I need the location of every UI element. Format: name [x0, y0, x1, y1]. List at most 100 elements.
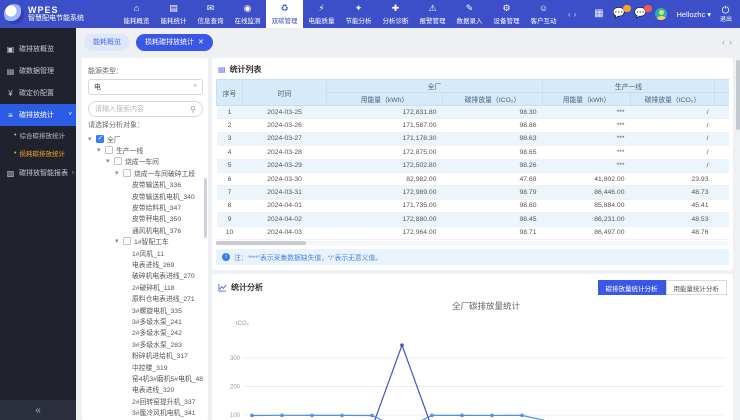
tree-caret-icon[interactable]: ▾: [88, 135, 96, 143]
nav-item-label: 报警管理: [420, 15, 446, 25]
tree-caret-icon[interactable]: ▾: [115, 237, 123, 245]
notification-icon[interactable]: 💬: [634, 9, 646, 19]
tree-node-20[interactable]: 中控楼_319: [88, 361, 203, 372]
tree-node-13[interactable]: 2#破碎机_118: [88, 281, 203, 292]
data-point-series-lightblue[interactable]: [490, 414, 494, 418]
data-point-series-lightblue[interactable]: [460, 414, 464, 418]
sidebar-item-2[interactable]: ¥碳定价配置: [0, 82, 76, 104]
vscroll-thumb[interactable]: [736, 60, 740, 130]
tree-node-19[interactable]: 粉碎机进给机_317: [88, 349, 203, 360]
tree-node-23[interactable]: 2#回转窑提升机_337: [88, 395, 203, 406]
sidebar-item-1[interactable]: ▤碳数据管理: [0, 60, 76, 82]
tree-caret-icon[interactable]: ▾: [115, 169, 123, 177]
sidebar-subitem-3-0[interactable]: •综合碳排放统计: [0, 126, 76, 144]
table-hscrollbar[interactable]: [216, 241, 729, 245]
nav-item-5[interactable]: ⚡电能质量: [303, 0, 340, 28]
energy-type-select[interactable]: 电 ˅: [88, 79, 203, 95]
tree-node-2[interactable]: ▾ 烧成一车间: [88, 156, 203, 167]
tree-caret-icon[interactable]: ▾: [97, 146, 105, 154]
nav-item-0[interactable]: ⌂能耗概览: [118, 0, 155, 28]
nav-item-11[interactable]: ☺客户互动: [525, 0, 562, 28]
message-icon[interactable]: 💬: [613, 9, 625, 19]
tree-node-21[interactable]: 窑4机3#磨机5#电机_48: [88, 372, 203, 383]
nav-item-7[interactable]: ✚分析诊断: [377, 0, 414, 28]
tree-checkbox[interactable]: [123, 169, 131, 177]
nav-arrow-right-icon[interactable]: ›: [574, 10, 577, 19]
tree-node-16[interactable]: 3#多级水泵_241: [88, 315, 203, 326]
tree-checkbox[interactable]: [123, 237, 131, 245]
nav-item-4[interactable]: ♻双碳管理: [266, 0, 303, 28]
tree-node-18[interactable]: 3#多级水泵_283: [88, 338, 203, 349]
tree-node-label: 烧成一车间: [125, 156, 159, 166]
tree-checkbox[interactable]: [114, 157, 122, 165]
table-cell: 2: [217, 119, 243, 132]
nav-arrow-left-icon[interactable]: ‹: [568, 10, 571, 19]
page-tab-1[interactable]: 损耗碳排放统计✕: [136, 34, 213, 51]
tree-node-1[interactable]: ▾生产一线: [88, 144, 203, 155]
tree-node-5[interactable]: 皮带输送机电机_340: [88, 190, 203, 201]
tree-node-3[interactable]: ▾烧成一车间破碎工段: [88, 167, 203, 178]
tree-search-input[interactable]: 请输入搜索内容 ⚲: [88, 101, 203, 117]
tree-node-14[interactable]: 原料仓电表进线_271: [88, 292, 203, 303]
app-name: WPES: [28, 6, 84, 15]
tree-caret-icon[interactable]: ▾: [106, 157, 114, 165]
data-point-series-lightblue[interactable]: [430, 414, 434, 418]
tree-node-9[interactable]: ▾1#智配工车: [88, 236, 203, 247]
table-cell: /: [631, 106, 715, 119]
nav-item-6[interactable]: ✦节能分析: [340, 0, 377, 28]
tree-node-24[interactable]: 3#篦冷风机电机_341: [88, 406, 203, 417]
top-navbar: WPES 智慧配电节能系统 ⌂能耗概览▤能耗统计✉信息查询◉在线监测♻双碳管理⚡…: [0, 0, 740, 28]
tab-arrow-left-icon[interactable]: ‹: [722, 37, 725, 47]
nav-item-10[interactable]: ⚙设备管理: [488, 0, 525, 28]
data-point-series-lightblue[interactable]: [520, 414, 524, 418]
tree-node-8[interactable]: 通风机电机_376: [88, 224, 203, 235]
sidebar-item-3[interactable]: ≡碳排放统计˅: [0, 104, 76, 126]
tab-arrow-right-icon[interactable]: ›: [729, 37, 732, 47]
table-cell: 47.68: [443, 172, 543, 185]
sidebar-item-0[interactable]: ▣碳排放概览: [0, 38, 76, 60]
hscroll-thumb[interactable]: [216, 241, 306, 245]
tree-node-17[interactable]: 2#多级水泵_242: [88, 327, 203, 338]
tree-node-4[interactable]: 皮带输送机_336: [88, 179, 203, 190]
tree-node-15[interactable]: 3#螺旋电机_335: [88, 304, 203, 315]
sidebar-subitem-3-1[interactable]: •损耗碳排放统计: [0, 144, 76, 162]
col-header-time: 时间: [243, 80, 327, 106]
table-cell: 86,446.00: [543, 186, 631, 199]
nav-item-3[interactable]: ◉在线监测: [229, 0, 266, 28]
data-point-series-lightblue[interactable]: [340, 414, 344, 418]
apps-grid-icon[interactable]: ▦: [594, 9, 603, 19]
nav-item-8[interactable]: ⚠报警管理: [414, 0, 451, 28]
data-point-series-lightblue[interactable]: [310, 414, 314, 418]
tree-node-22[interactable]: 电表进线_320: [88, 384, 203, 395]
nav-item-1[interactable]: ▤能耗统计: [155, 0, 192, 28]
chart-panel: 统计分析 碳排放量统计分析用能量统计分析 全厂碳排放量统计tCO₂0100200…: [212, 274, 733, 420]
user-avatar[interactable]: [655, 8, 667, 20]
tree-checkbox[interactable]: [105, 146, 113, 154]
nav-item-9[interactable]: ✎数据录入: [451, 0, 488, 28]
sub-header-partial: 排放: [715, 93, 730, 106]
logout-button[interactable]: 退出: [720, 5, 732, 23]
data-point-series-lightblue[interactable]: [280, 414, 284, 418]
chart-button-1[interactable]: 用能量统计分析: [666, 280, 728, 295]
tree-scrollbar[interactable]: [204, 178, 207, 238]
tree-node-7[interactable]: 皮带秤电机_350: [88, 213, 203, 224]
data-point-series-lightblue[interactable]: [370, 414, 374, 418]
nav-item-2[interactable]: ✉信息查询: [192, 0, 229, 28]
tab-close-icon[interactable]: ✕: [198, 38, 204, 46]
tree-checkbox[interactable]: [96, 135, 104, 143]
chart-button-0[interactable]: 碳排放量统计分析: [598, 280, 666, 295]
main-scrollbar[interactable]: [735, 58, 740, 420]
sidebar-item-4[interactable]: ▧碳排放智能报表›: [0, 162, 76, 184]
tree-node-6[interactable]: 皮带给料机_347: [88, 201, 203, 212]
page-tab-0[interactable]: 能耗概览: [84, 34, 130, 51]
tree-node-12[interactable]: 破碎机电表进线_270: [88, 270, 203, 281]
tree-node-0[interactable]: ▾全厂: [88, 133, 203, 144]
tree-node-11[interactable]: 电表进线_269: [88, 258, 203, 269]
data-point-series-indigo[interactable]: [400, 343, 404, 347]
analysis-title: 统计分析: [231, 282, 263, 293]
user-menu[interactable]: Hellozhc ▾: [676, 10, 711, 19]
sidebar-collapse-button[interactable]: «: [0, 400, 76, 420]
tree-node-10[interactable]: 1#风机_11: [88, 247, 203, 258]
table-cell: [715, 186, 730, 199]
data-point-series-lightblue[interactable]: [250, 414, 254, 418]
